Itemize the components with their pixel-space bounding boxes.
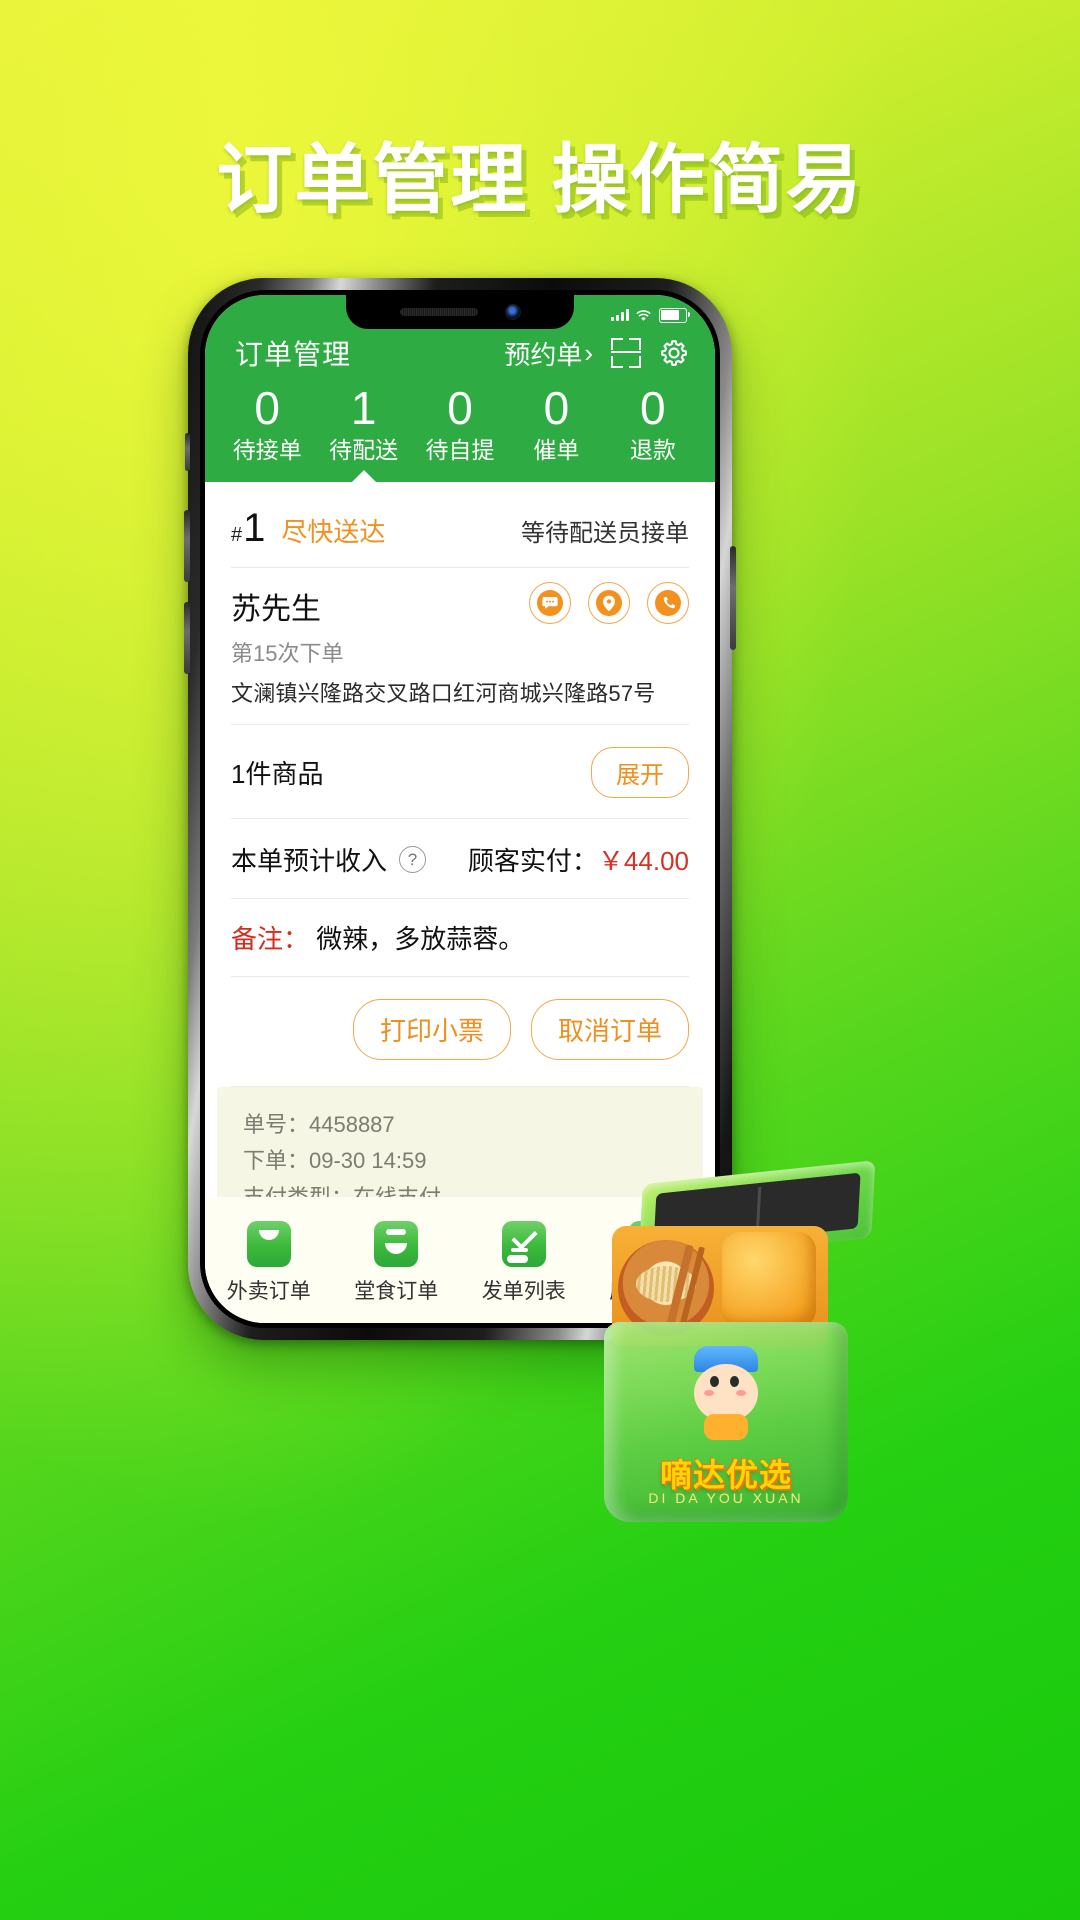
- checklist-icon: [501, 1221, 546, 1267]
- question-mark-icon[interactable]: ?: [399, 846, 427, 874]
- reservation-orders-button[interactable]: 预约单 ›: [504, 335, 593, 372]
- brand-name-en: DI DA YOU XUAN: [648, 1490, 804, 1506]
- earpiece-speaker-icon: [400, 308, 478, 316]
- mascot-eye-left: [710, 1376, 719, 1387]
- lunchbox-body: 嘀达优选 DI DA YOU XUAN: [604, 1322, 848, 1522]
- tab-pending-delivery[interactable]: 1 待配送: [315, 382, 411, 484]
- phone-notch: [346, 295, 574, 329]
- print-receipt-button[interactable]: 打印小票: [352, 999, 511, 1061]
- phone-power-button: [730, 546, 736, 650]
- goods-row: 1件商品 展开: [231, 725, 689, 820]
- tab-count: 0: [543, 382, 570, 434]
- chat-bubble-icon[interactable]: [529, 582, 571, 625]
- order-header-row: # 1 尽快送达 等待配送员接单: [231, 482, 689, 569]
- fried-chicken-icon: [722, 1232, 816, 1328]
- remark-value: 微辣，多放蒜蓉。: [316, 924, 525, 955]
- mascot-cheek-right: [736, 1390, 746, 1396]
- tab-urge-order[interactable]: 0 催单: [508, 382, 604, 482]
- goods-count-label: 1件商品: [231, 759, 324, 790]
- nav-label: 堂食订单: [354, 1280, 439, 1303]
- order-status-tabs: 0 待接单 1 待配送 0 待自提 0 催单 0 退款: [205, 382, 715, 484]
- signal-bars-icon: [611, 309, 629, 321]
- tab-label: 退款: [629, 436, 676, 463]
- customer-row: 苏先生 第15次下单 文澜镇兴隆路交叉路口红河商城兴隆路57号: [231, 568, 689, 726]
- nav-item-dine-in-orders[interactable]: 堂食订单: [333, 1221, 461, 1305]
- chevron-right-icon: ›: [584, 337, 593, 368]
- tab-label: 待自提: [425, 436, 495, 463]
- tab-count: 1: [350, 382, 377, 434]
- reservation-orders-label: 预约单: [504, 339, 583, 370]
- customer-order-count: 第15次下单: [231, 641, 344, 667]
- order-hash-symbol: #: [231, 524, 243, 547]
- remark-row: 备注： 微辣，多放蒜蓉。: [231, 899, 689, 978]
- active-tab-indicator: [350, 470, 377, 484]
- mascot-eye-right: [730, 1376, 739, 1387]
- phone-volume-down-button: [184, 602, 190, 674]
- tab-label: 待配送: [329, 436, 399, 463]
- tab-label: 待接单: [232, 436, 302, 463]
- customer-paid-label: 顾客实付：: [467, 846, 598, 877]
- phone-glyph: [655, 590, 681, 617]
- location-pin-glyph: [596, 590, 622, 617]
- income-row: 本单预计收入 ? 顾客实付： ￥44.00: [231, 819, 689, 900]
- battery-icon: [659, 307, 691, 323]
- order-card[interactable]: # 1 尽快送达 等待配送员接单 苏先生 第15次下单 文澜镇兴隆路交叉路口红河…: [205, 482, 715, 1238]
- cancel-order-button[interactable]: 取消订单: [530, 999, 689, 1061]
- expand-button[interactable]: 展开: [591, 747, 689, 799]
- tab-refund[interactable]: 0 退款: [605, 382, 701, 482]
- front-camera-icon: [506, 305, 520, 319]
- dine-in-bowl-icon: [374, 1221, 419, 1267]
- app-titlebar: 订单管理 预约单 ›: [205, 329, 715, 383]
- mascot-body: [704, 1414, 748, 1440]
- tab-count: 0: [640, 382, 666, 434]
- tab-count: 0: [254, 382, 280, 434]
- mascot-cheek-left: [704, 1390, 714, 1396]
- phone-mute-switch: [185, 433, 190, 471]
- order-number: 单号：4458887: [243, 1112, 395, 1138]
- tab-label: 催单: [533, 436, 580, 463]
- page-title: 订单管理 操作简易: [216, 138, 864, 223]
- order-actions: 打印小票 取消订单: [231, 977, 689, 1088]
- customer-address: 文澜镇兴隆路交叉路口红河商城兴隆路57号: [231, 681, 656, 707]
- mascot-character: [684, 1346, 768, 1440]
- phone-icon[interactable]: [647, 582, 689, 625]
- nav-label: 外卖订单: [226, 1280, 311, 1303]
- gear-icon[interactable]: [659, 338, 689, 368]
- chat-bubble-glyph: [537, 590, 563, 617]
- order-sequence-number: 1: [243, 506, 266, 551]
- wifi-icon: [636, 309, 651, 321]
- lunchbox-mascot: 嘀达优选 DI DA YOU XUAN: [556, 1160, 886, 1532]
- customer-paid-value: ￥44.00: [597, 846, 689, 877]
- delivery-urgency-label: 尽快送达: [281, 517, 386, 548]
- estimated-income-label: 本单预计收入: [231, 846, 388, 877]
- takeout-bag-icon: [246, 1221, 291, 1267]
- tab-pending-accept[interactable]: 0 待接单: [219, 382, 315, 482]
- tab-count: 0: [447, 382, 473, 434]
- app-title: 订单管理: [235, 339, 352, 370]
- phone-screen: 订单管理 预约单 › 0 待接单 1 待配送 0 待自提 0 催单 0 退款 #…: [205, 295, 715, 1323]
- tab-pending-pickup[interactable]: 0 待自提: [412, 382, 508, 482]
- scan-icon[interactable]: [611, 338, 641, 368]
- customer-actions: [529, 582, 689, 625]
- phone-volume-up-button: [184, 510, 190, 582]
- remark-label: 备注：: [231, 924, 310, 955]
- nav-item-takeout-orders[interactable]: 外卖订单: [205, 1221, 333, 1305]
- location-pin-icon[interactable]: [588, 582, 630, 625]
- order-status-text: 等待配送员接单: [521, 520, 689, 548]
